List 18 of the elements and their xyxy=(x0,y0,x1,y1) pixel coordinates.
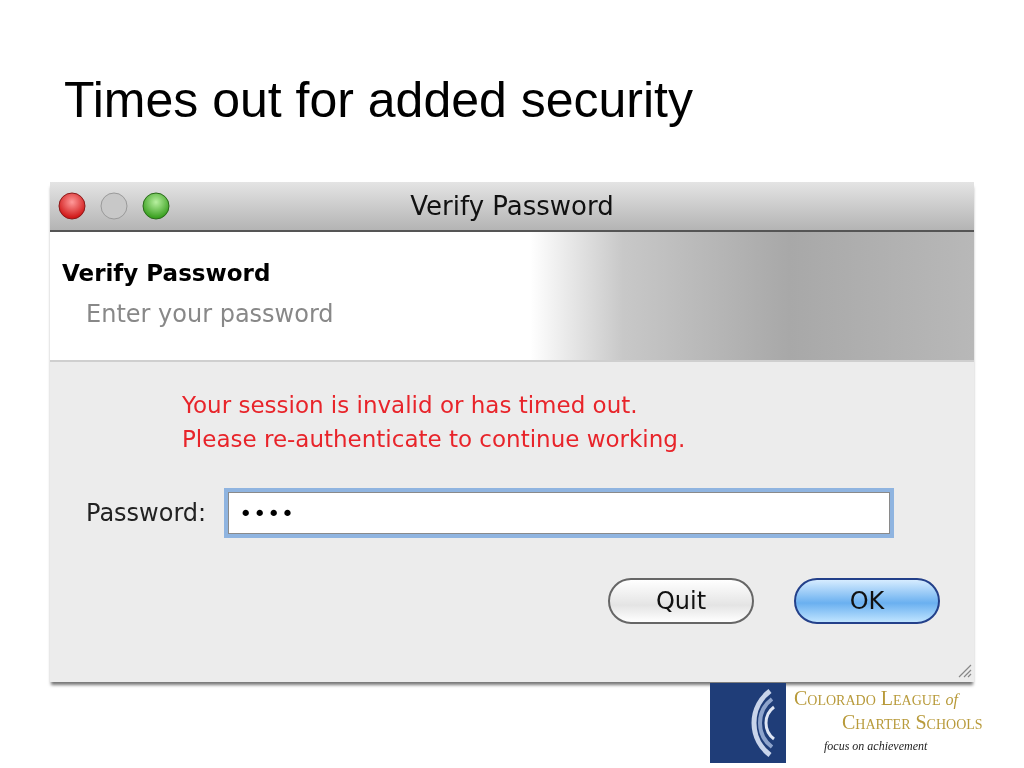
window-title: Verify Password xyxy=(410,191,614,221)
error-message: Your session is invalid or has timed out. xyxy=(182,391,638,420)
slide-title: Times out for added security xyxy=(63,71,694,130)
password-field[interactable]: •••• xyxy=(228,492,891,534)
password-label: Password: xyxy=(86,499,207,527)
header-title: Verify Password xyxy=(62,260,271,286)
logo-tagline: focus on achievement xyxy=(823,738,929,754)
logo-text: Charter Schools xyxy=(841,711,983,733)
error-message: Please re-authenticate to continue working. xyxy=(182,425,686,454)
close-icon[interactable] xyxy=(58,192,86,220)
dialog-button[interactable]: OK xyxy=(794,578,940,624)
dialog-button[interactable]: Quit xyxy=(608,578,754,624)
logo-text: of xyxy=(945,691,958,708)
resize-grip-icon[interactable] xyxy=(956,662,972,678)
logo-text: Colorado League xyxy=(794,687,941,709)
zoom-icon[interactable] xyxy=(142,192,170,220)
header-subtitle: Enter your password xyxy=(86,300,334,328)
logo-icon xyxy=(710,683,786,763)
